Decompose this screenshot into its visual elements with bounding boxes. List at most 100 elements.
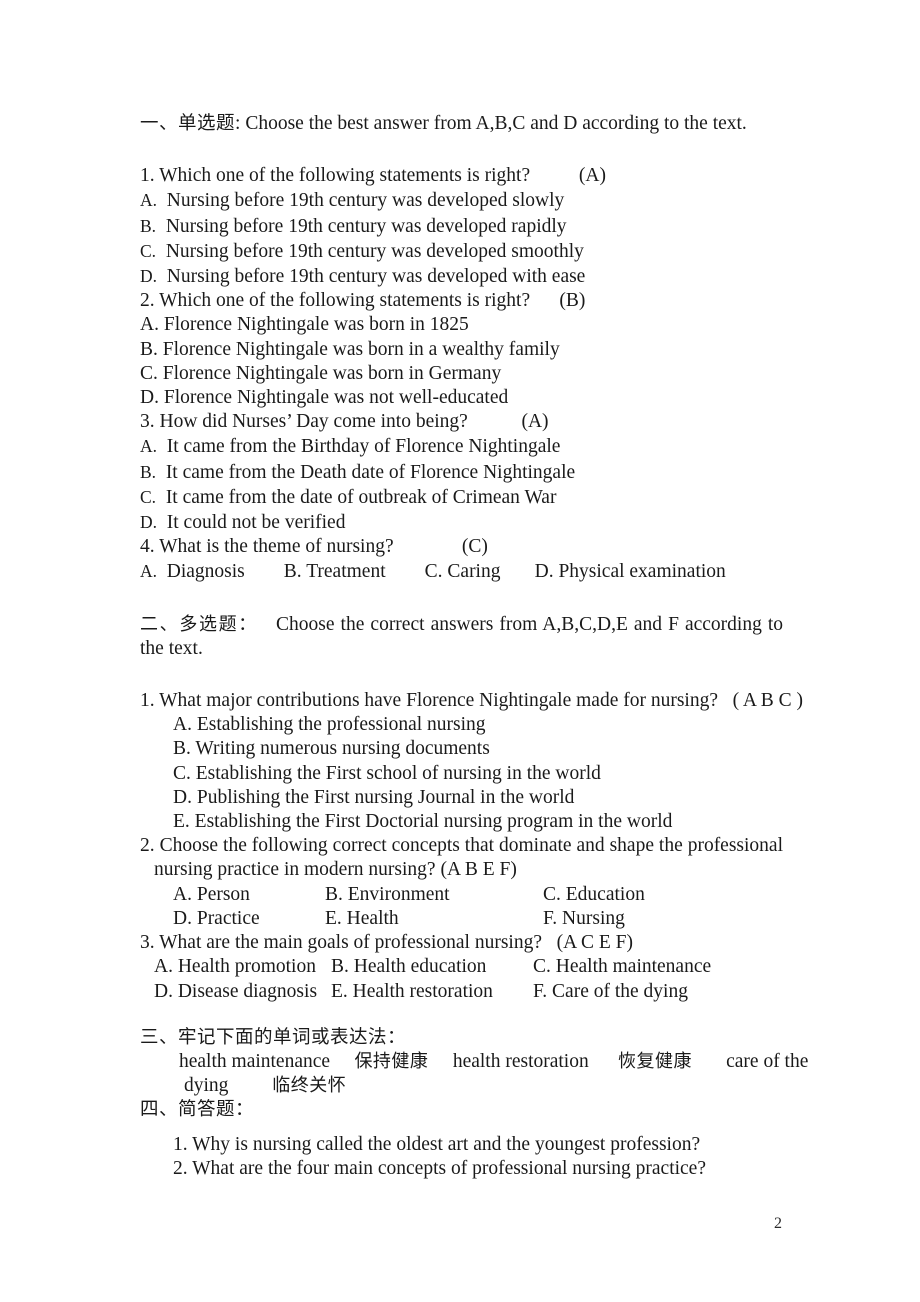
option-label: D. [173, 786, 192, 808]
option-text: It came from the Birthday of Florence Ni… [166, 436, 561, 458]
question-text: Why is nursing called the oldest art and… [192, 1133, 701, 1155]
option-row: A. Establishing the professional nursing [140, 713, 783, 737]
option-label: B. [331, 956, 349, 978]
option-row: A. It came from the Birthday of Florence… [140, 434, 783, 459]
option-row: D. Florence Nightingale was not well-edu… [140, 386, 783, 410]
section-one-heading: 一、单选题: Choose the best answer from A,B,C… [140, 112, 783, 136]
option-label: F. [533, 980, 548, 1002]
option-cell: A. Health promotion [154, 955, 331, 979]
question-row: 2. Choose the following correct concepts… [140, 834, 783, 882]
section-three-marker: 三、 [140, 1026, 179, 1048]
option-cell: D. Practice [173, 907, 325, 931]
option-row: D. It could not be verified [140, 510, 783, 535]
option-text: Establishing the First school of nursing… [195, 762, 601, 784]
question-text: Which one of the following statements is… [159, 165, 531, 187]
option-label: A. [173, 883, 192, 905]
option-text: Diagnosis [166, 561, 245, 583]
question-number: 3. [140, 932, 155, 954]
section-two-cjk-title: 多选题 [179, 613, 239, 635]
page-content: 一、单选题: Choose the best answer from A,B,C… [140, 112, 808, 1181]
option-label: C. [533, 956, 551, 978]
answer-key: (A) [521, 411, 549, 433]
answer-key: ( A B C ) [732, 690, 804, 712]
option-label: D. [534, 561, 554, 583]
option-text: Health maintenance [555, 956, 712, 978]
option-cell: B. Environment [325, 883, 543, 907]
question-number: 3. [140, 411, 155, 433]
option-label: E. [331, 980, 348, 1002]
section-four-heading: 四、简答题： [140, 1098, 783, 1122]
answer-key: (A) [578, 165, 606, 187]
option-text: Physical examination [558, 561, 726, 583]
option-row: E. Establishing the First Doctorial nurs… [140, 810, 783, 834]
option-label: F. [543, 907, 558, 929]
question-row: 3. What are the main goals of profession… [140, 931, 783, 955]
question-number: 4. [140, 536, 155, 558]
option-text: Environment [347, 883, 450, 905]
question-number: 2. [173, 1157, 188, 1179]
option-cell: B. Health education [331, 955, 533, 979]
vocab-gloss: 保持健康 [354, 1050, 429, 1072]
option-text: Nursing before 19th century was develope… [166, 190, 565, 212]
option-row: D. Nursing before 19th century was devel… [140, 264, 783, 289]
question-text: How did Nurses’ Day come into being? [159, 411, 468, 433]
vocab-gloss: 恢复健康 [617, 1050, 692, 1072]
option-label: D. [173, 907, 192, 929]
option-label: E. [173, 811, 190, 833]
option-text: It came from the Death date of Florence … [165, 461, 576, 483]
option-cell: E. Health [325, 907, 543, 931]
option-cell: F. Care of the dying [533, 980, 783, 1004]
option-text: Education [565, 883, 645, 905]
answer-key: (A B E F) [440, 859, 517, 881]
question-row: 1. Which one of the following statements… [140, 164, 783, 188]
option-row: C. It came from the date of outbreak of … [140, 485, 783, 510]
option-label: D. [140, 387, 159, 409]
section-one-cjk-title: 单选题 [178, 113, 236, 134]
option-text: Nursing before 19th century was develope… [165, 240, 584, 262]
option-label: D. [140, 512, 158, 533]
option-text: Practice [196, 907, 260, 929]
option-label: A. [140, 436, 158, 457]
question-text: What major contributions have Florence N… [159, 690, 718, 712]
section-two-separator: ： [238, 613, 258, 635]
option-label: A. [173, 714, 192, 736]
question-number: 2. [140, 290, 155, 312]
option-label: B. [140, 338, 158, 360]
option-label: A. [154, 956, 173, 978]
option-text: Treatment [306, 561, 386, 583]
answer-key: (B) [559, 290, 586, 312]
question-row: 1. Why is nursing called the oldest art … [140, 1133, 783, 1157]
option-text: Health promotion [177, 956, 316, 978]
option-label: E. [325, 907, 342, 929]
option-label: C. [543, 883, 561, 905]
option-label: B. [325, 883, 343, 905]
option-cell: F. Nursing [543, 907, 783, 931]
option-cell: E. Health restoration [331, 980, 533, 1004]
option-text: Publishing the First nursing Journal in … [196, 786, 575, 808]
vocab-term: health maintenance [179, 1050, 331, 1072]
section-two-marker: 二、 [140, 613, 180, 635]
option-text: Nursing [562, 907, 625, 929]
vocabulary-block: health maintenance 保持健康 health restorati… [140, 1050, 832, 1098]
option-text: Health restoration [352, 980, 493, 1002]
option-text: Care of the dying [552, 980, 688, 1002]
option-text: Disease diagnosis [177, 980, 318, 1002]
option-grid: A. Health promotion B. Health education … [140, 955, 783, 1003]
option-text: Florence Nightingale was born in a wealt… [162, 338, 560, 360]
option-label: B. [140, 215, 157, 236]
option-label: A. [140, 190, 158, 211]
option-row: A. Nursing before 19th century was devel… [140, 188, 783, 213]
option-text: Florence Nightingale was not well-educat… [163, 387, 509, 409]
option-text: Nursing before 19th century was develope… [165, 215, 567, 237]
option-text: Health [346, 907, 399, 929]
option-text: Florence Nightingale was born in 1825 [163, 314, 469, 336]
option-label: A. [140, 314, 159, 336]
section-four-separator: ： [235, 1099, 255, 1121]
option-text: Health education [353, 956, 487, 978]
option-label: D. [140, 266, 158, 287]
option-text: It came from the date of outbreak of Cri… [165, 486, 557, 508]
section-four-cjk-title: 简答题 [178, 1099, 236, 1121]
section-one-marker: 一、 [140, 113, 179, 134]
option-text: Florence Nightingale was born in Germany [162, 362, 502, 384]
